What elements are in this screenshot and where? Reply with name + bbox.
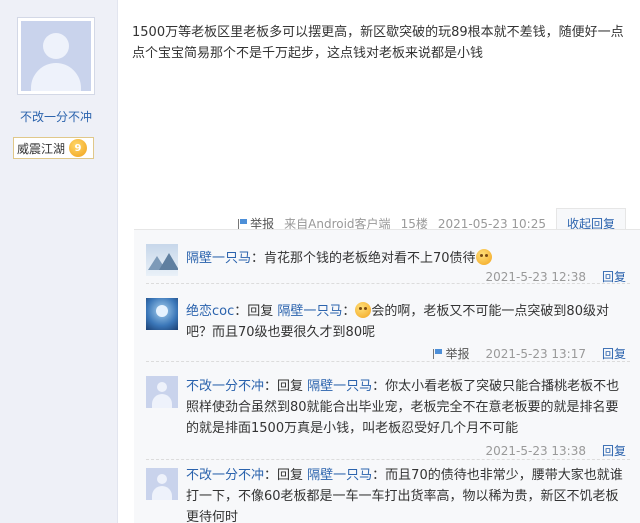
reply-prefix: ：回复 bbox=[234, 304, 278, 319]
reply-content: 不改一分不冲：回复 隔壁一只马：而且70的债待也非常少，腰带大家也就谁打一下，不… bbox=[186, 465, 626, 523]
op-avatar[interactable] bbox=[17, 17, 95, 95]
reply-username[interactable]: 绝恋coc bbox=[186, 304, 234, 319]
reply-button[interactable]: 回复 bbox=[602, 442, 626, 459]
level-badge-icon: 9 bbox=[69, 139, 88, 157]
mountain-avatar-icon[interactable] bbox=[146, 244, 178, 276]
list-item: 绝恋coc：回复 隔壁一只马： 会的啊，老板又不可能一点突破到80级对吧？而且70… bbox=[134, 284, 640, 362]
reply-meta: 举报 2021-5-23 13:17 回复 bbox=[433, 345, 626, 362]
reply-target-username[interactable]: 隔壁一只马 bbox=[307, 468, 372, 483]
op-rank-badge[interactable]: 威震江湖 9 bbox=[13, 137, 95, 159]
report-link[interactable]: 举报 bbox=[433, 345, 469, 362]
default-avatar-icon[interactable] bbox=[146, 468, 178, 500]
reply-list: 隔壁一只马：肯花那个钱的老板绝对看不上70债待 2021-5-23 12:38 … bbox=[134, 229, 640, 523]
op-sidebar: 不改一分不冲 威震江湖 9 bbox=[0, 0, 118, 523]
smile-emoji-icon bbox=[475, 249, 492, 265]
reply-time: 2021-5-23 12:38 bbox=[485, 269, 586, 284]
reply-username[interactable]: 不改一分不冲 bbox=[186, 468, 264, 483]
reply-colon: ： bbox=[342, 304, 356, 319]
reply-content: 绝恋coc：回复 隔壁一只马： 会的啊，老板又不可能一点突破到80级对吧？而且70… bbox=[186, 301, 626, 343]
op-rank-title: 威震江湖 bbox=[17, 141, 66, 156]
reply-username[interactable]: 不改一分不冲 bbox=[186, 379, 264, 394]
reply-button[interactable]: 回复 bbox=[602, 345, 626, 362]
list-item: 不改一分不冲：回复 隔壁一只马：而且70的债待也非常少，腰带大家也就谁打一下，不… bbox=[134, 460, 640, 523]
reply-content: 不改一分不冲：回复 隔壁一只马：你太小看老板了突破只能合播桃老板不也照样使劲合虽… bbox=[186, 376, 626, 439]
reply-time: 2021-5-23 13:17 bbox=[485, 346, 586, 361]
smile-emoji-icon bbox=[355, 302, 372, 318]
op-username[interactable]: 不改一分不冲 bbox=[0, 108, 112, 125]
reply-time: 2021-5-23 13:38 bbox=[485, 443, 586, 458]
post-content: 1500万等老板区里老板多可以摆更高，新区歇突破的玩89根本就不差钱，随便好一点… bbox=[132, 25, 624, 61]
reply-meta: 2021-5-23 13:38 回复 bbox=[485, 442, 626, 459]
reply-prefix: ：回复 bbox=[264, 468, 308, 483]
reply-content: 隔壁一只马：肯花那个钱的老板绝对看不上70债待 bbox=[186, 248, 626, 269]
list-item: 隔壁一只马：肯花那个钱的老板绝对看不上70债待 2021-5-23 12:38 … bbox=[134, 230, 640, 284]
reply-prefix: ：回复 bbox=[264, 379, 308, 394]
reply-text: ：肯花那个钱的老板绝对看不上70债待 bbox=[251, 251, 476, 266]
flag-icon bbox=[238, 218, 248, 229]
post-main: 1500万等老板区里老板多可以摆更高，新区歇突破的玩89根本就不差钱，随便好一点… bbox=[118, 0, 640, 523]
flag-icon bbox=[433, 348, 443, 359]
default-avatar-icon bbox=[21, 21, 91, 91]
default-avatar-icon[interactable] bbox=[146, 376, 178, 408]
reply-username[interactable]: 隔壁一只马 bbox=[186, 251, 251, 266]
report-label: 举报 bbox=[445, 347, 470, 361]
list-item: 不改一分不冲：回复 隔壁一只马：你太小看老板了突破只能合播桃老板不也照样使劲合虽… bbox=[134, 362, 640, 460]
reply-target-username[interactable]: 隔壁一只马 bbox=[307, 379, 372, 394]
anime-avatar-icon[interactable] bbox=[146, 298, 178, 330]
reply-target-username[interactable]: 隔壁一只马 bbox=[277, 304, 342, 319]
